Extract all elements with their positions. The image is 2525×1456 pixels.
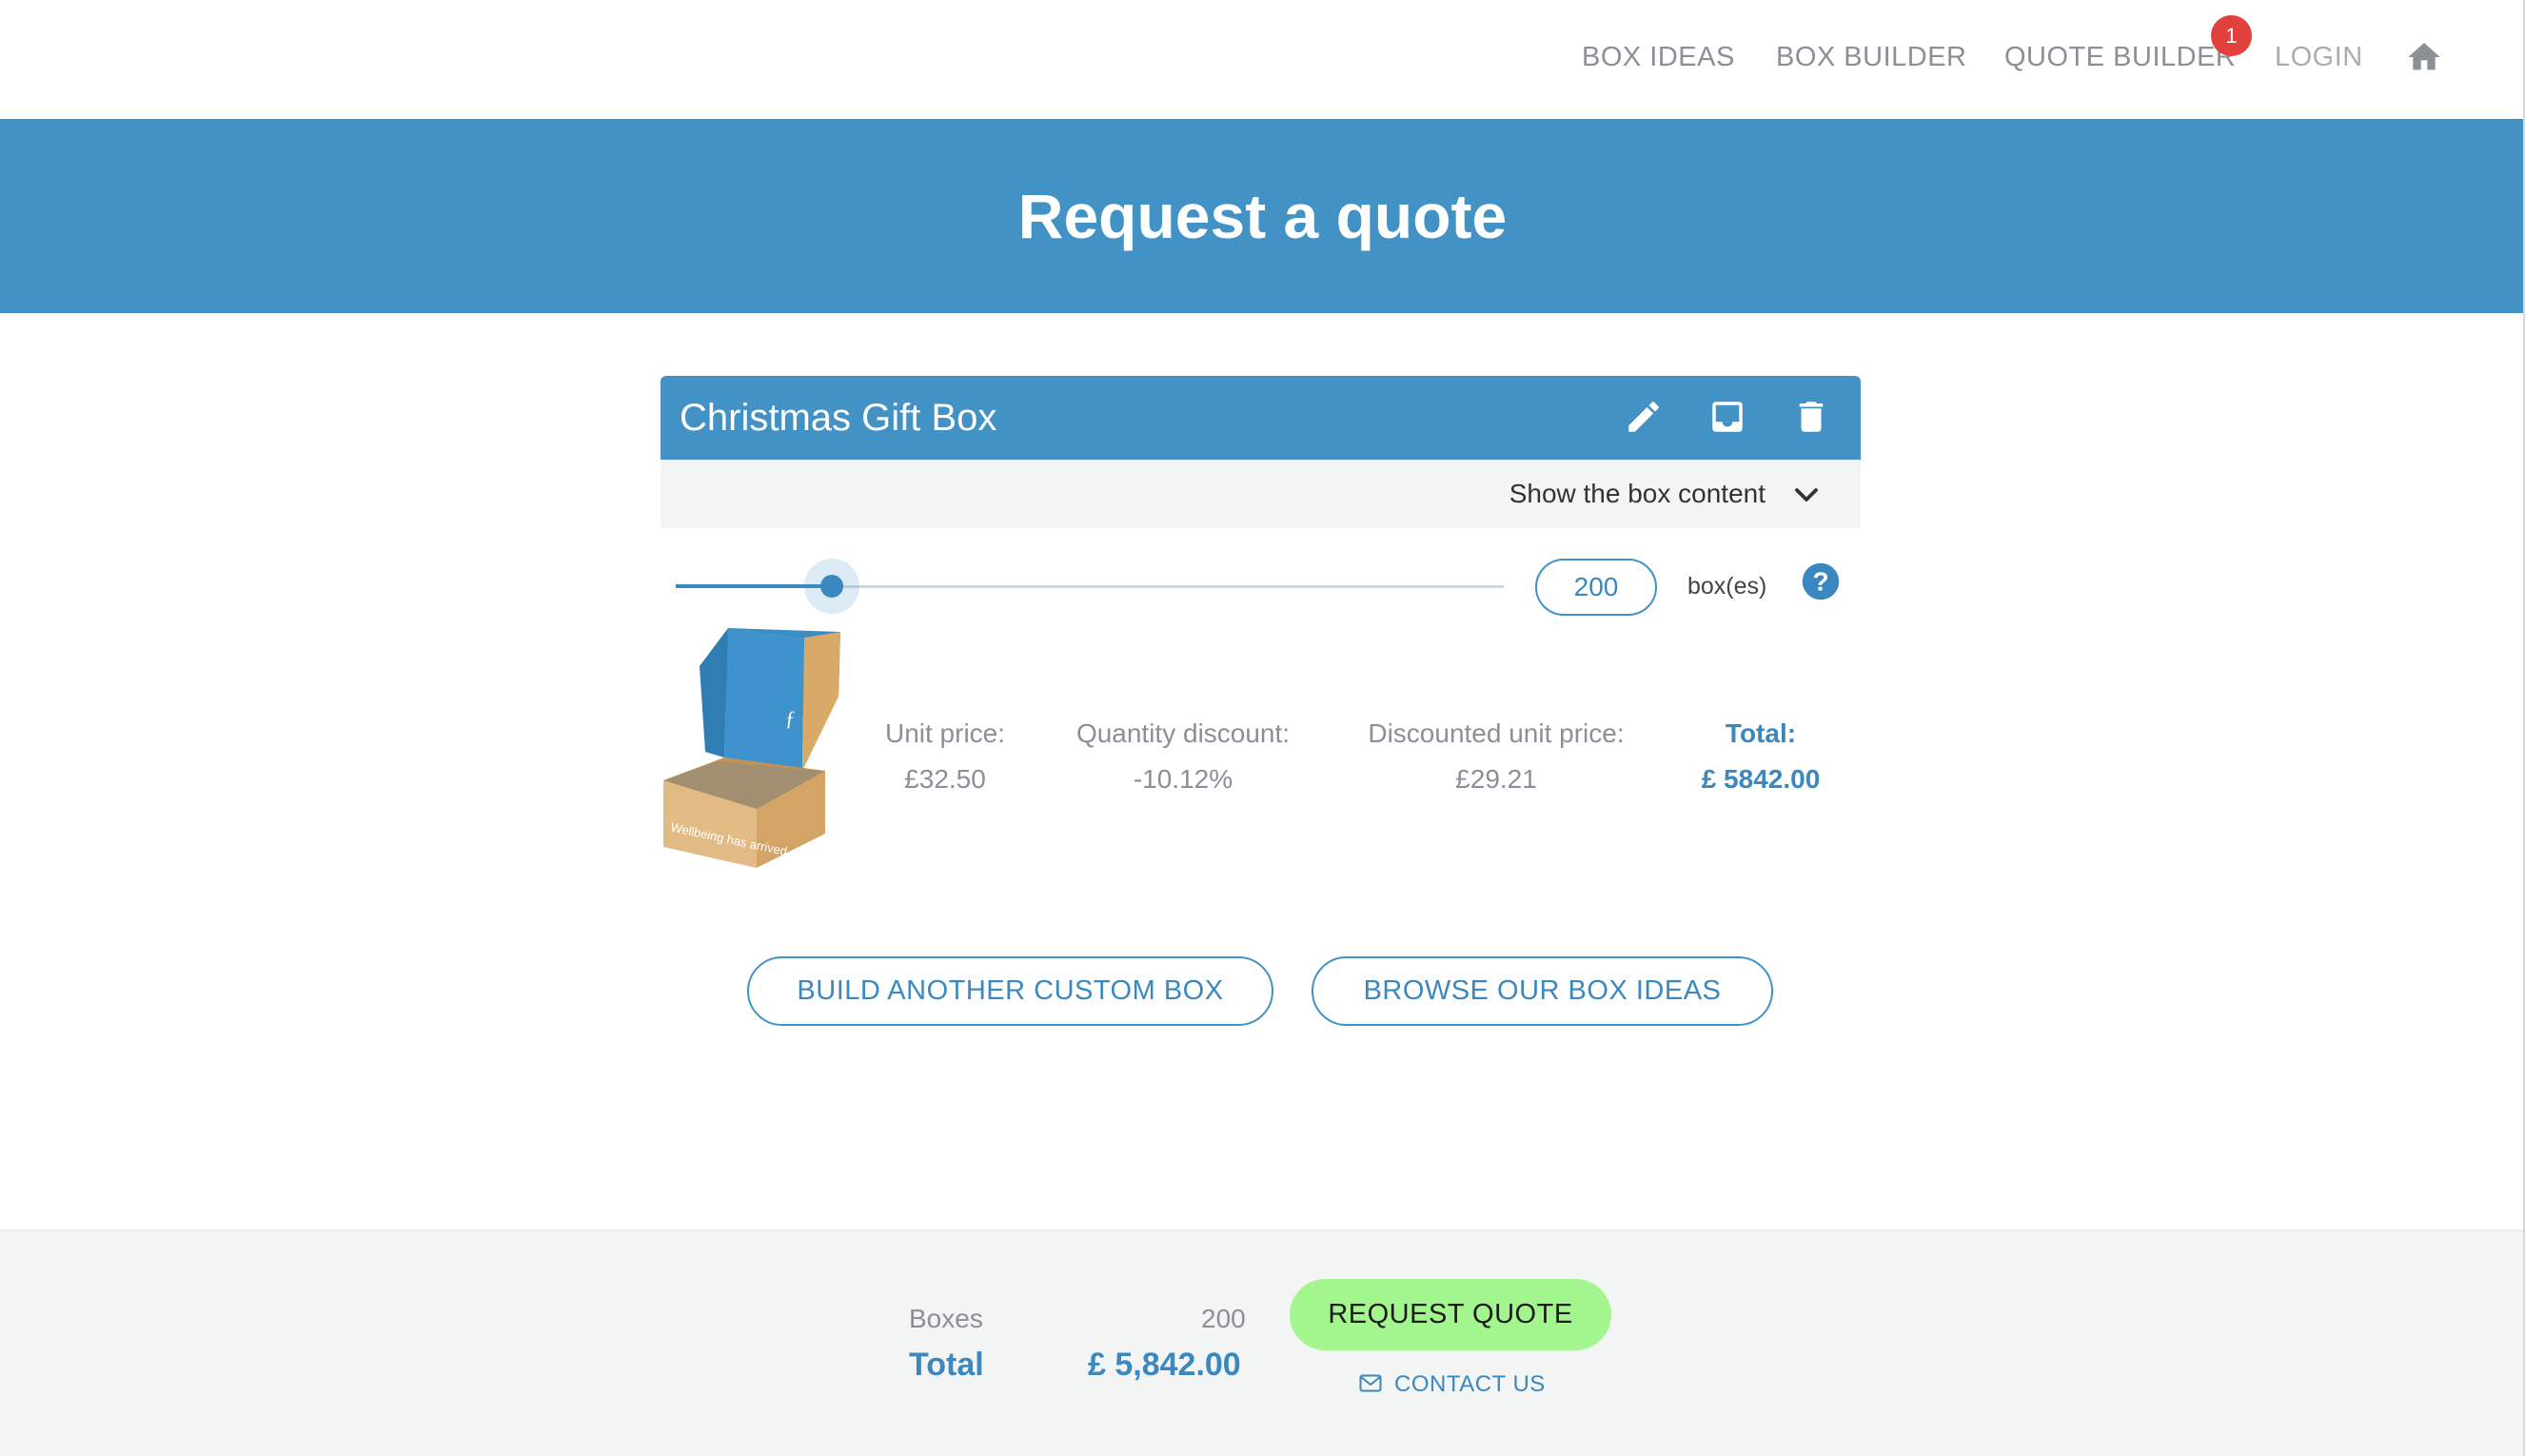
quantity-discount-value: -10.12% (1133, 764, 1233, 794)
box-content-toggle[interactable]: Show the box content (661, 460, 1861, 528)
quantity-discount-label: Quantity discount: (1075, 718, 1291, 748)
box-card-header: Christmas Gift Box (661, 376, 1861, 460)
summary-boxes-value: 200 (1201, 1304, 1246, 1333)
box-content-label: Show the box content (1509, 479, 1766, 508)
build-custom-box-button[interactable]: BUILD ANOTHER CUSTOM BOX (747, 956, 1273, 1026)
discounted-price-label: Discounted unit price: (1368, 718, 1625, 748)
box-title: Christmas Gift Box (680, 397, 997, 439)
contact-us-label: CONTACT US (1394, 1371, 1546, 1397)
unit-price-value: £32.50 (904, 764, 986, 794)
page-title: Request a quote (1017, 181, 1508, 251)
help-icon[interactable]: ? (1801, 561, 1841, 601)
nav-quote-builder[interactable]: QUOTE BUILDER (2004, 42, 2236, 73)
pencil-icon[interactable] (1624, 397, 1664, 437)
summary-boxes-label: Boxes (909, 1304, 983, 1333)
svg-text:ƒ: ƒ (785, 706, 796, 730)
unit-price-stat: Unit price: £32.50 (879, 718, 1011, 795)
quantity-slider-thumb[interactable] (820, 575, 843, 598)
chevron-down-icon (1795, 488, 1818, 502)
discounted-price-value: £29.21 (1455, 764, 1537, 794)
svg-text:?: ? (1812, 567, 1828, 597)
nav-box-ideas[interactable]: BOX IDEAS (1582, 42, 1735, 73)
quote-summary-footer (0, 1230, 2523, 1456)
discounted-price-stat: Discounted unit price: £29.21 (1355, 718, 1637, 795)
box-total-label: Total: (1725, 718, 1797, 748)
browse-box-ideas-button[interactable]: BROWSE OUR BOX IDEAS (1312, 956, 1773, 1026)
home-icon[interactable] (2404, 38, 2444, 76)
nav-login[interactable]: LOGIN (2275, 42, 2363, 73)
box-total-stat: Total: £ 5842.00 (1685, 718, 1837, 795)
top-navigation: BOX IDEAS BOX BUILDER QUOTE BUILDER 1 LO… (0, 0, 2525, 119)
page-banner: Request a quote (0, 119, 2525, 313)
box-total-value: £ 5842.00 (1701, 764, 1821, 794)
nav-box-builder[interactable]: BOX BUILDER (1776, 42, 1967, 73)
unit-price-label: Unit price: (884, 718, 1006, 748)
request-quote-button[interactable]: REQUEST QUOTE (1290, 1279, 1611, 1350)
quantity-unit: box(es) (1687, 573, 1767, 600)
mail-icon (1359, 1374, 1382, 1392)
summary-total-label: Total (909, 1347, 984, 1383)
quantity-input[interactable]: 200 (1535, 559, 1657, 616)
summary-total-value: £ 5,842.00 (1088, 1347, 1241, 1383)
trash-icon[interactable] (1791, 397, 1831, 437)
quantity-discount-stat: Quantity discount: -10.12% (1064, 718, 1302, 795)
inbox-icon[interactable] (1707, 397, 1747, 437)
gift-box-image: Wellbeing has arrived ƒ (663, 628, 840, 868)
quote-count-badge: 1 (2211, 15, 2252, 56)
